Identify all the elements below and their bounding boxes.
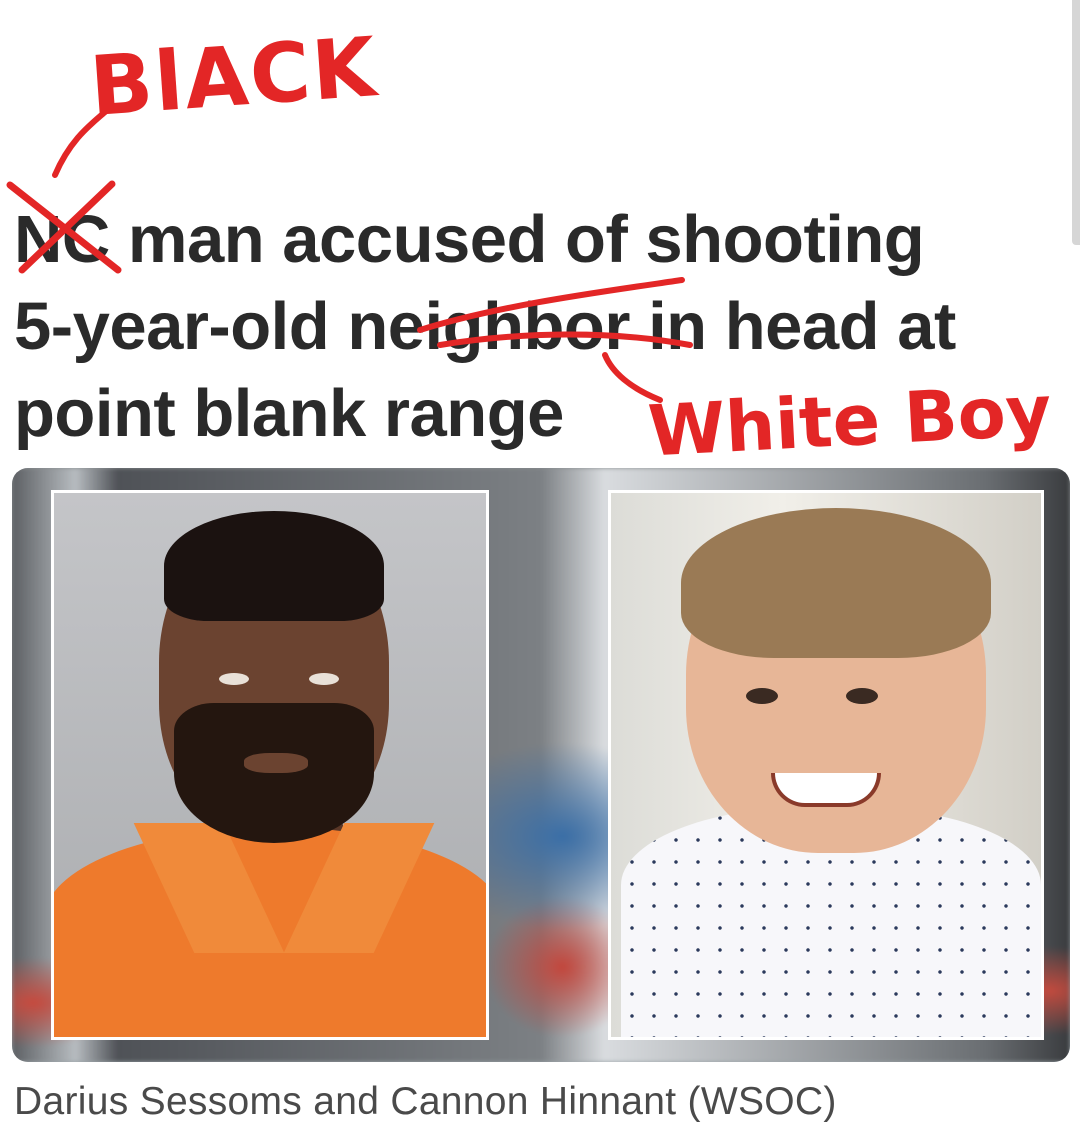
- news-article-view: NC man accused of shooting 5-year-old ne…: [0, 0, 1080, 1138]
- headline-struck-word-neighbor: neighbor: [347, 289, 630, 364]
- article-photo[interactable]: [12, 468, 1070, 1062]
- headline-struck-word-state: NC: [14, 202, 110, 277]
- headline-line-2-rest: in head at: [648, 289, 956, 364]
- child-photo: [608, 490, 1044, 1040]
- handwritten-replacement-top: BlACK: [87, 20, 381, 135]
- headline-line-1-rest: man accused of shooting: [127, 202, 925, 277]
- headline-line-1: NC man accused of shooting: [14, 196, 1054, 283]
- scrollbar-thumb[interactable]: [1072, 0, 1080, 245]
- headline-line-2-start: 5-year-old: [14, 289, 330, 364]
- mugshot-photo: [51, 490, 489, 1040]
- headline-line-2: 5-year-old neighbor in head at: [14, 283, 1054, 370]
- photo-caption: Darius Sessoms and Cannon Hinnant (WSOC): [14, 1080, 837, 1123]
